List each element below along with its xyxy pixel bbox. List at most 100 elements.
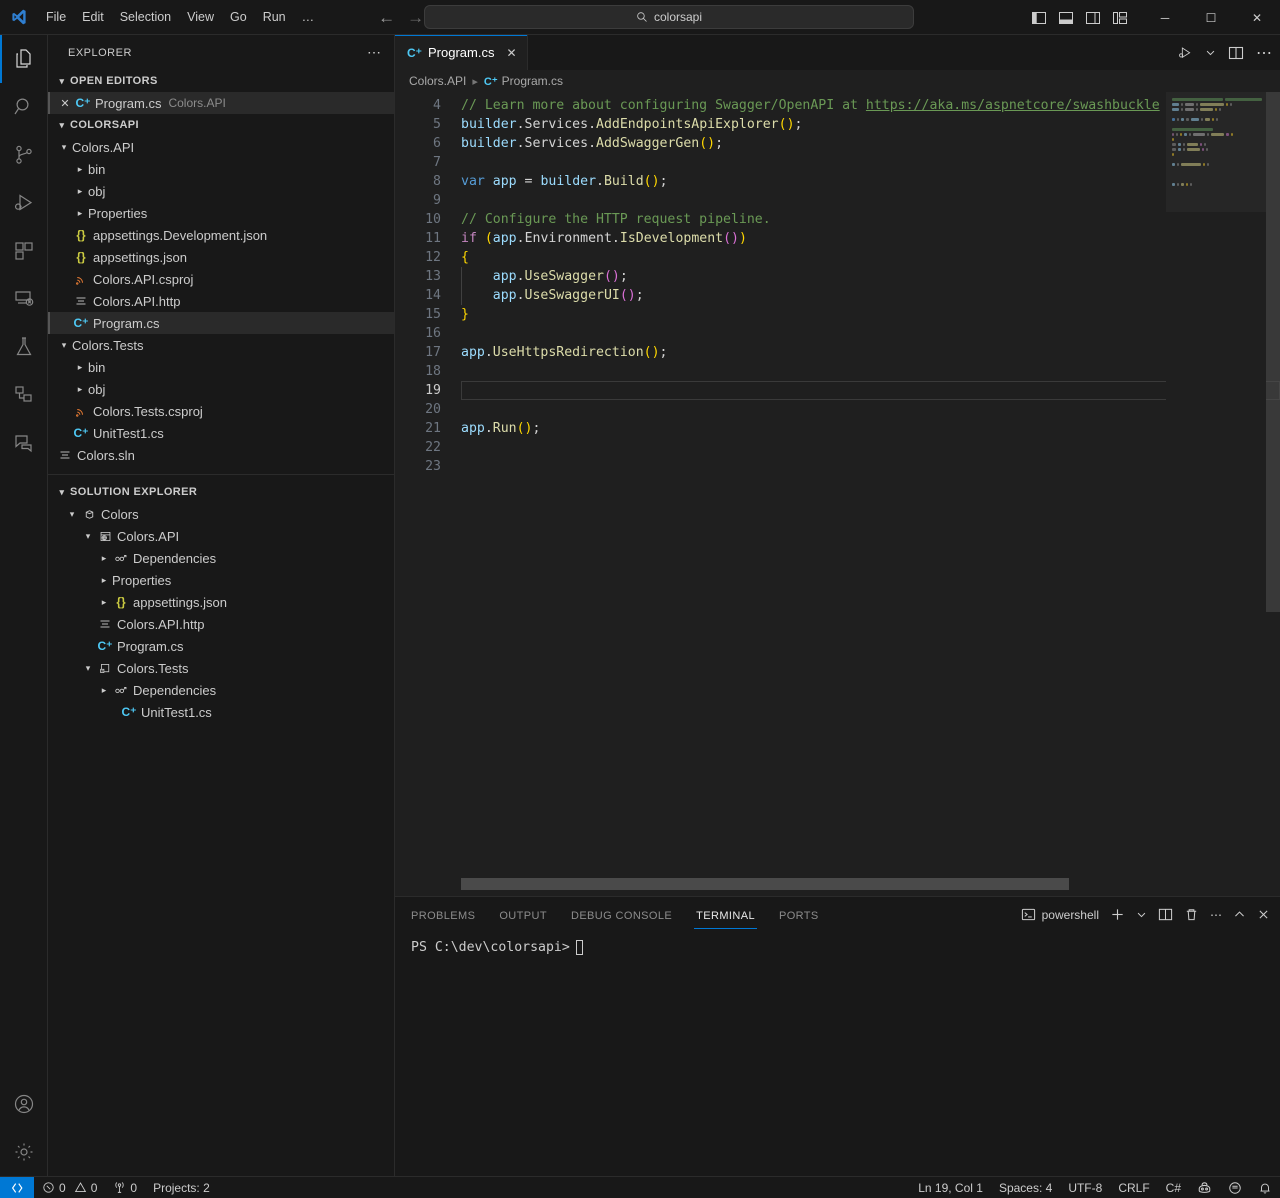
remote-indicator-icon[interactable] xyxy=(0,1176,34,1198)
code-line[interactable]: 9 xyxy=(395,191,1280,210)
code-line[interactable]: 4 // Learn more about configuring Swagger… xyxy=(395,96,1280,115)
se-item-appsettings-json[interactable]: ▸ {} appsettings.json xyxy=(48,591,394,613)
se-item-dependencies-tests[interactable]: ▸ Dependencies xyxy=(48,679,394,701)
status-notifications[interactable] xyxy=(1250,1177,1280,1198)
code-line[interactable]: 13 app.UseSwagger(); xyxy=(395,267,1280,286)
breadcrumb-item-folder[interactable]: Colors.API xyxy=(409,74,466,88)
tree-item-colors-api-folder[interactable]: ▾ Colors.API xyxy=(48,136,394,158)
chevron-down-icon[interactable] xyxy=(1136,909,1147,920)
tree-item-colors-api-http[interactable]: Colors.API.http xyxy=(48,290,394,312)
code-line[interactable]: 7 xyxy=(395,153,1280,172)
code-line[interactable]: 8 var app = builder.Build(); xyxy=(395,172,1280,191)
window-maximize-button[interactable]: ☐ xyxy=(1188,0,1234,35)
status-projects[interactable]: Projects: 2 xyxy=(145,1177,218,1198)
activity-item-explorer[interactable] xyxy=(0,35,48,83)
section-colorsapi[interactable]: ▾ COLORSAPI xyxy=(48,114,394,136)
status-indentation[interactable]: Spaces: 4 xyxy=(991,1177,1060,1198)
tree-item-appsettings-json[interactable]: {} appsettings.json xyxy=(48,246,394,268)
code-line[interactable]: 19 xyxy=(395,381,1280,400)
code-line[interactable]: 17 app.UseHttpsRedirection(); xyxy=(395,343,1280,362)
menu-view[interactable]: View xyxy=(179,6,222,28)
activity-item-accounts[interactable] xyxy=(0,1080,48,1128)
command-center[interactable]: colorsapi xyxy=(424,5,914,29)
menu-file[interactable]: File xyxy=(38,6,74,28)
editor-horizontal-scrollbar[interactable] xyxy=(395,878,1266,890)
tree-item-bin-api[interactable]: ▸ bin xyxy=(48,158,394,180)
code-line[interactable]: 21 app.Run(); xyxy=(395,419,1280,438)
new-terminal-icon[interactable] xyxy=(1110,907,1125,922)
go-forward-icon[interactable]: → xyxy=(407,9,424,26)
panel-tab-ports[interactable]: PORTS xyxy=(777,901,821,929)
code-line[interactable]: 16 xyxy=(395,324,1280,343)
activity-item-search[interactable] xyxy=(0,83,48,131)
code-line[interactable]: 23 xyxy=(395,457,1280,476)
status-copilot[interactable] xyxy=(1189,1177,1220,1198)
scrollbar-thumb[interactable] xyxy=(461,878,1069,890)
se-item-program-cs[interactable]: C⁺ Program.cs xyxy=(48,635,394,657)
panel-tab-output[interactable]: OUTPUT xyxy=(497,901,549,929)
se-item-dependencies-api[interactable]: ▸ Dependencies xyxy=(48,547,394,569)
customize-layout-icon[interactable] xyxy=(1111,9,1128,26)
code-line[interactable]: 5 builder.Services.AddEndpointsApiExplore… xyxy=(395,115,1280,134)
status-problems[interactable]: 0 0 xyxy=(34,1177,105,1198)
activity-item-source-control[interactable] xyxy=(0,131,48,179)
se-item-colors[interactable]: ▾ Colors xyxy=(48,503,394,525)
close-panel-icon[interactable] xyxy=(1257,908,1270,921)
terminal-shell-chip[interactable]: powershell xyxy=(1021,907,1099,922)
tree-item-colors-api-csproj[interactable]: Colors.API.csproj xyxy=(48,268,394,290)
more-actions-icon[interactable]: ⋯ xyxy=(1210,908,1222,922)
code-editor[interactable]: 4 // Learn more about configuring Swagger… xyxy=(395,92,1280,896)
activity-item-chat[interactable] xyxy=(0,419,48,467)
tree-item-colors-sln[interactable]: Colors.sln xyxy=(48,444,394,466)
se-item-colors-tests[interactable]: ▾ Colors.Tests xyxy=(48,657,394,679)
panel-tab-problems[interactable]: PROBLEMS xyxy=(409,901,477,929)
status-ports[interactable]: 0 xyxy=(105,1177,145,1198)
code-line[interactable]: 12 { xyxy=(395,248,1280,267)
activity-item-solution-explorer[interactable] xyxy=(0,371,48,419)
activity-item-remote-explorer[interactable] xyxy=(0,275,48,323)
menu-go[interactable]: Go xyxy=(222,6,255,28)
status-encoding[interactable]: UTF-8 xyxy=(1060,1177,1110,1198)
activity-item-settings[interactable] xyxy=(0,1128,48,1176)
go-back-icon[interactable]: ← xyxy=(378,9,395,26)
maximize-panel-icon[interactable] xyxy=(1233,908,1246,921)
code-lines[interactable]: 4 // Learn more about configuring Swagger… xyxy=(395,92,1280,476)
open-editor-program-cs[interactable]: ✕ C⁺ Program.cs Colors.API xyxy=(48,92,394,114)
sidebar-more-actions-icon[interactable]: ⋯ xyxy=(367,44,382,61)
breadcrumb-item-file[interactable]: Program.cs xyxy=(502,74,563,88)
status-editor-position[interactable]: Ln 19, Col 1 xyxy=(910,1177,991,1198)
menu-more[interactable]: … xyxy=(294,6,323,28)
code-line[interactable]: 20 xyxy=(395,400,1280,419)
code-line[interactable]: 6 builder.Services.AddSwaggerGen(); xyxy=(395,134,1280,153)
editor-vertical-scrollbar[interactable] xyxy=(1266,92,1280,896)
code-line[interactable]: 15} xyxy=(395,305,1280,324)
menu-selection[interactable]: Selection xyxy=(112,6,179,28)
se-item-properties[interactable]: ▸ Properties xyxy=(48,569,394,591)
split-terminal-icon[interactable] xyxy=(1158,907,1173,922)
se-item-unittest1-cs[interactable]: C⁺ UnitTest1.cs xyxy=(48,701,394,723)
code-line[interactable]: 11 if (app.Environment.IsDevelopment()) xyxy=(395,229,1280,248)
panel-tab-terminal[interactable]: TERMINAL xyxy=(694,901,757,929)
tree-item-colors-tests-folder[interactable]: ▾ Colors.Tests xyxy=(48,334,394,356)
kill-terminal-icon[interactable] xyxy=(1184,907,1199,922)
tree-item-unittest1-cs[interactable]: C⁺ UnitTest1.cs xyxy=(48,422,394,444)
activity-item-run-and-debug[interactable] xyxy=(0,179,48,227)
close-icon[interactable]: ✕ xyxy=(506,46,516,60)
tree-item-program-cs[interactable]: C⁺ Program.cs xyxy=(48,312,394,334)
code-line[interactable]: 18 xyxy=(395,362,1280,381)
section-open-editors[interactable]: ▾ OPEN EDITORS xyxy=(48,70,394,92)
section-solution-explorer[interactable]: ▾ SOLUTION EXPLORER xyxy=(48,481,394,503)
tree-item-obj-api[interactable]: ▸ obj xyxy=(48,180,394,202)
tree-item-appsettings-development-json[interactable]: {} appsettings.Development.json xyxy=(48,224,394,246)
tree-item-bin-tests[interactable]: ▸ bin xyxy=(48,356,394,378)
scrollbar-thumb[interactable] xyxy=(1266,92,1280,612)
chevron-down-icon[interactable] xyxy=(1205,47,1216,58)
se-item-colors-api-http[interactable]: Colors.API.http xyxy=(48,613,394,635)
code-line[interactable]: 10 // Configure the HTTP request pipeline… xyxy=(395,210,1280,229)
split-editor-icon[interactable] xyxy=(1228,45,1244,61)
activity-item-testing[interactable] xyxy=(0,323,48,371)
toggle-panel-icon[interactable] xyxy=(1057,9,1074,26)
menu-run[interactable]: Run xyxy=(255,6,294,28)
menu-edit[interactable]: Edit xyxy=(74,6,112,28)
window-minimize-button[interactable]: ─ xyxy=(1142,0,1188,35)
